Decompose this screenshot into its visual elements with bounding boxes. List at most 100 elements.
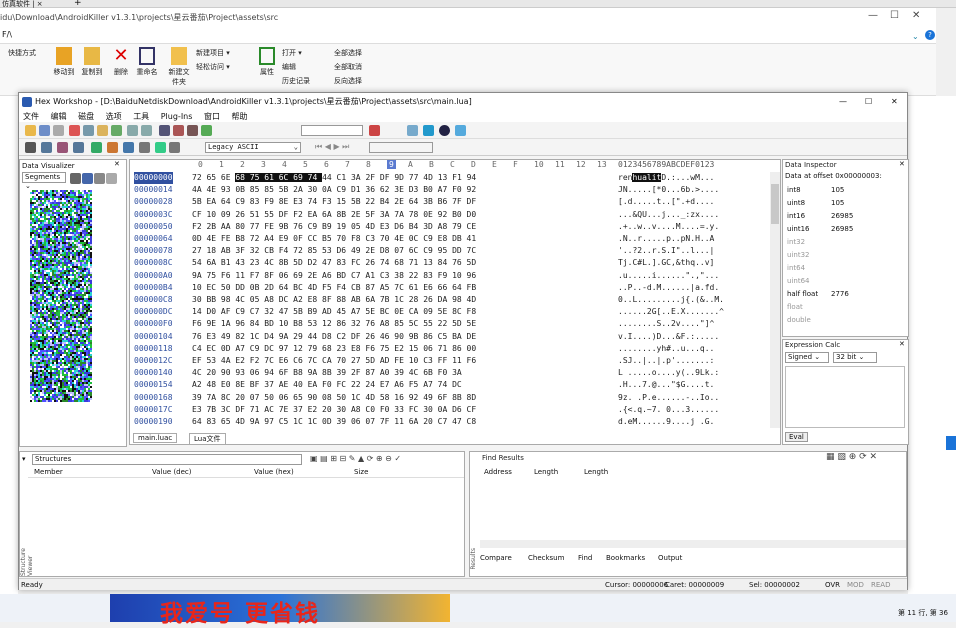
row-ascii[interactable]: 0..L.........j{.(&..M. <box>618 294 724 306</box>
explorer-tab[interactable]: 仿真软件 | × <box>2 0 43 9</box>
explorer-path[interactable]: idu\Download\AndroidKiller v1.3.1\projec… <box>0 12 520 22</box>
row-bytes[interactable]: 27 18 AB 3F 32 CB F4 72 85 53 D6 49 2E D… <box>192 245 476 257</box>
tab-find[interactable]: Find <box>578 554 592 562</box>
row-bytes[interactable]: C4 EC 0D A7 C9 DC 97 12 79 68 23 E8 F6 7… <box>192 343 476 355</box>
row-ascii[interactable]: L .....o....y(..9Lk.: <box>618 367 719 379</box>
row-bytes[interactable]: 39 7A 8C 20 07 50 06 65 90 08 50 1C 4D 5… <box>192 392 476 404</box>
toggle-icon[interactable] <box>423 125 434 136</box>
menu-disk[interactable]: 磁盘 <box>78 112 94 121</box>
ribbon-edit[interactable]: 编辑 <box>282 62 322 72</box>
record-icon[interactable] <box>439 125 450 136</box>
ribbon-select-none[interactable]: 全部取消 <box>334 62 384 72</box>
tab-output[interactable]: Output <box>658 554 682 562</box>
row-bytes[interactable]: 72 65 6E 68 75 61 6C 69 74 44 C1 3A 2F D… <box>192 172 476 184</box>
maximize-icon[interactable]: ☐ <box>890 10 899 21</box>
chart-icon[interactable] <box>107 142 118 153</box>
menu-edit[interactable]: 编辑 <box>51 112 67 121</box>
row-bytes[interactable]: 0D 4E FE B8 72 A4 E9 0F CC B5 70 F8 C3 7… <box>192 233 476 245</box>
tab-checksum[interactable]: Checksum <box>528 554 564 562</box>
ribbon-open[interactable]: 打开 ▾ <box>282 48 322 58</box>
row-ascii[interactable]: .{<.q.~7. 0...3...... <box>618 404 719 416</box>
row-bytes[interactable]: F2 2B AA 80 77 FE 9B 76 C9 B9 19 05 4D E… <box>192 221 476 233</box>
row-ascii[interactable]: ......2G[..E.X.......^ <box>618 306 724 318</box>
hex-scrollbar[interactable] <box>770 172 780 428</box>
row-bytes[interactable]: 14 D0 AF C9 C7 32 47 5B B9 AD 45 A7 5E B… <box>192 306 476 318</box>
row-ascii[interactable]: renhualitD.:...wM... <box>618 172 714 184</box>
bookmark-icon[interactable] <box>159 125 170 136</box>
row-bytes[interactable]: 5B EA 64 C9 83 F9 8E E3 74 F3 15 5B 22 B… <box>192 196 476 208</box>
hex-editor[interactable]: 0 1 2 3 4 5 6 7 8 9 A B C D E F 10 11 12 13 0123456789ABCDE… <box>129 159 781 445</box>
ribbon-move-to[interactable]: 移动到 <box>52 47 76 77</box>
expr-close-icon[interactable]: ✕ <box>899 340 905 348</box>
panel-close-icon[interactable]: ✕ <box>114 160 120 168</box>
ribbon-invert-selection[interactable]: 反向选择 <box>334 76 384 86</box>
menu-options[interactable]: 选项 <box>106 112 122 121</box>
open-icon[interactable] <box>25 125 36 136</box>
tab-compare[interactable]: Compare <box>480 554 512 562</box>
eval-button[interactable]: Eval <box>785 432 808 442</box>
checksum-icon[interactable] <box>57 142 68 153</box>
row-ascii[interactable]: 9z. .P.e......-..Io.. <box>618 392 719 404</box>
palette-icon[interactable] <box>82 173 93 184</box>
base-convert-icon[interactable] <box>407 125 418 136</box>
operations-icon[interactable] <box>73 142 84 153</box>
goto-icon[interactable] <box>201 125 212 136</box>
bits-select[interactable]: 32 bit ⌄ <box>833 352 877 363</box>
redo-icon[interactable] <box>141 125 152 136</box>
find-toolbar-icon[interactable]: ▦ ▧ ⊕ ⟳ ✕ <box>826 452 877 462</box>
chevron-down-icon[interactable]: ⌄ <box>912 32 919 41</box>
col-value-dec[interactable]: Value (dec) <box>152 468 192 476</box>
paste-icon[interactable] <box>97 125 108 136</box>
row-ascii[interactable]: ..P..-d.M......|a.fd. <box>618 282 719 294</box>
signed-select[interactable]: Signed ⌄ <box>785 352 829 363</box>
find-next-icon[interactable] <box>369 125 380 136</box>
row-bytes[interactable]: E3 7B 3C DF 71 AC 7E 37 E2 20 30 A8 C0 F… <box>192 404 476 416</box>
zoom-icon[interactable] <box>70 173 81 184</box>
find-icon[interactable] <box>173 125 184 136</box>
replace-icon[interactable] <box>187 125 198 136</box>
col-value-hex[interactable]: Value (hex) <box>254 468 294 476</box>
print-icon[interactable] <box>53 125 64 136</box>
save-icon[interactable] <box>39 125 50 136</box>
row-bytes[interactable]: CF 10 09 26 51 55 DF F2 EA 6A 8B 2E 5F 3… <box>192 209 476 221</box>
settings-icon[interactable] <box>106 173 117 184</box>
row-ascii[interactable]: .SJ..|..|.p'.......: <box>618 355 714 367</box>
ribbon-properties[interactable]: 属性 <box>256 47 278 77</box>
ribbon-shortcut[interactable]: 快捷方式 <box>0 48 44 58</box>
row-ascii[interactable]: .N..r.....p..pN.H..A <box>618 233 714 245</box>
menu-help[interactable]: 帮助 <box>232 112 248 121</box>
row-ascii[interactable]: ........yh#..u...q.. <box>618 343 714 355</box>
copy-icon[interactable] <box>83 125 94 136</box>
tab-bookmarks[interactable]: Bookmarks <box>606 554 645 562</box>
row-ascii[interactable]: d.eM......9....j .G. <box>618 416 714 428</box>
visualizer-mode-select[interactable]: Segments ⌄ <box>22 172 66 190</box>
collapse-icon[interactable]: ▾ <box>22 455 26 463</box>
data-visualizer-image[interactable] <box>30 190 92 402</box>
row-bytes[interactable]: A2 48 E0 8E BF 37 AE 40 EA F0 FC 22 24 E… <box>192 379 462 391</box>
col-size[interactable]: Size <box>354 468 368 476</box>
structures-combo[interactable]: Structures <box>32 454 302 465</box>
ribbon-rename[interactable]: 重命名 <box>134 47 160 77</box>
row-bytes[interactable]: 4A 4E 93 0B 85 85 5B 2A 30 0A C9 D1 36 6… <box>192 184 476 196</box>
cut-icon[interactable] <box>69 125 80 136</box>
file-tab-lua[interactable]: Lua文件 <box>189 433 226 445</box>
inspector-close-icon[interactable]: ✕ <box>899 160 905 168</box>
row-bytes[interactable]: 30 BB 98 4C 05 A8 DC A2 E8 8F 88 AB 6A 7… <box>192 294 476 306</box>
help-icon[interactable]: ? <box>925 30 935 40</box>
row-ascii[interactable]: .+..w..v....M....=.y. <box>618 221 719 233</box>
nav-combo[interactable] <box>369 142 433 153</box>
row-bytes[interactable]: F6 9E 1A 96 84 BD 10 B8 53 12 86 32 76 A… <box>192 318 476 330</box>
row-bytes[interactable]: 64 83 65 4D 9A 97 C5 1C 1C 0D 39 06 07 7… <box>192 416 476 428</box>
menu-tools[interactable]: 工具 <box>133 112 149 121</box>
search-combo[interactable] <box>301 125 363 136</box>
row-bytes[interactable]: 4C 20 90 93 06 94 6F B8 9A 8B 39 2F 87 A… <box>192 367 462 379</box>
row-ascii[interactable]: Tj.C#L.].GC,&thq..v] <box>618 257 714 269</box>
row-bytes[interactable]: 76 E3 49 82 1C D4 9A 29 44 D8 C2 DF 26 4… <box>192 331 476 343</box>
close-icon[interactable]: ✕ <box>912 10 920 21</box>
hex-mode-icon[interactable] <box>169 142 180 153</box>
row-bytes[interactable]: EF 53 4A E2 F2 7C E6 C6 7C CA 70 27 5D A… <box>192 355 476 367</box>
calc-icon[interactable] <box>455 125 466 136</box>
row-ascii[interactable]: ........S..2v...."]^ <box>618 318 714 330</box>
minimize-icon[interactable]: — <box>868 10 878 21</box>
hex-minimize-icon[interactable]: — <box>839 93 847 111</box>
